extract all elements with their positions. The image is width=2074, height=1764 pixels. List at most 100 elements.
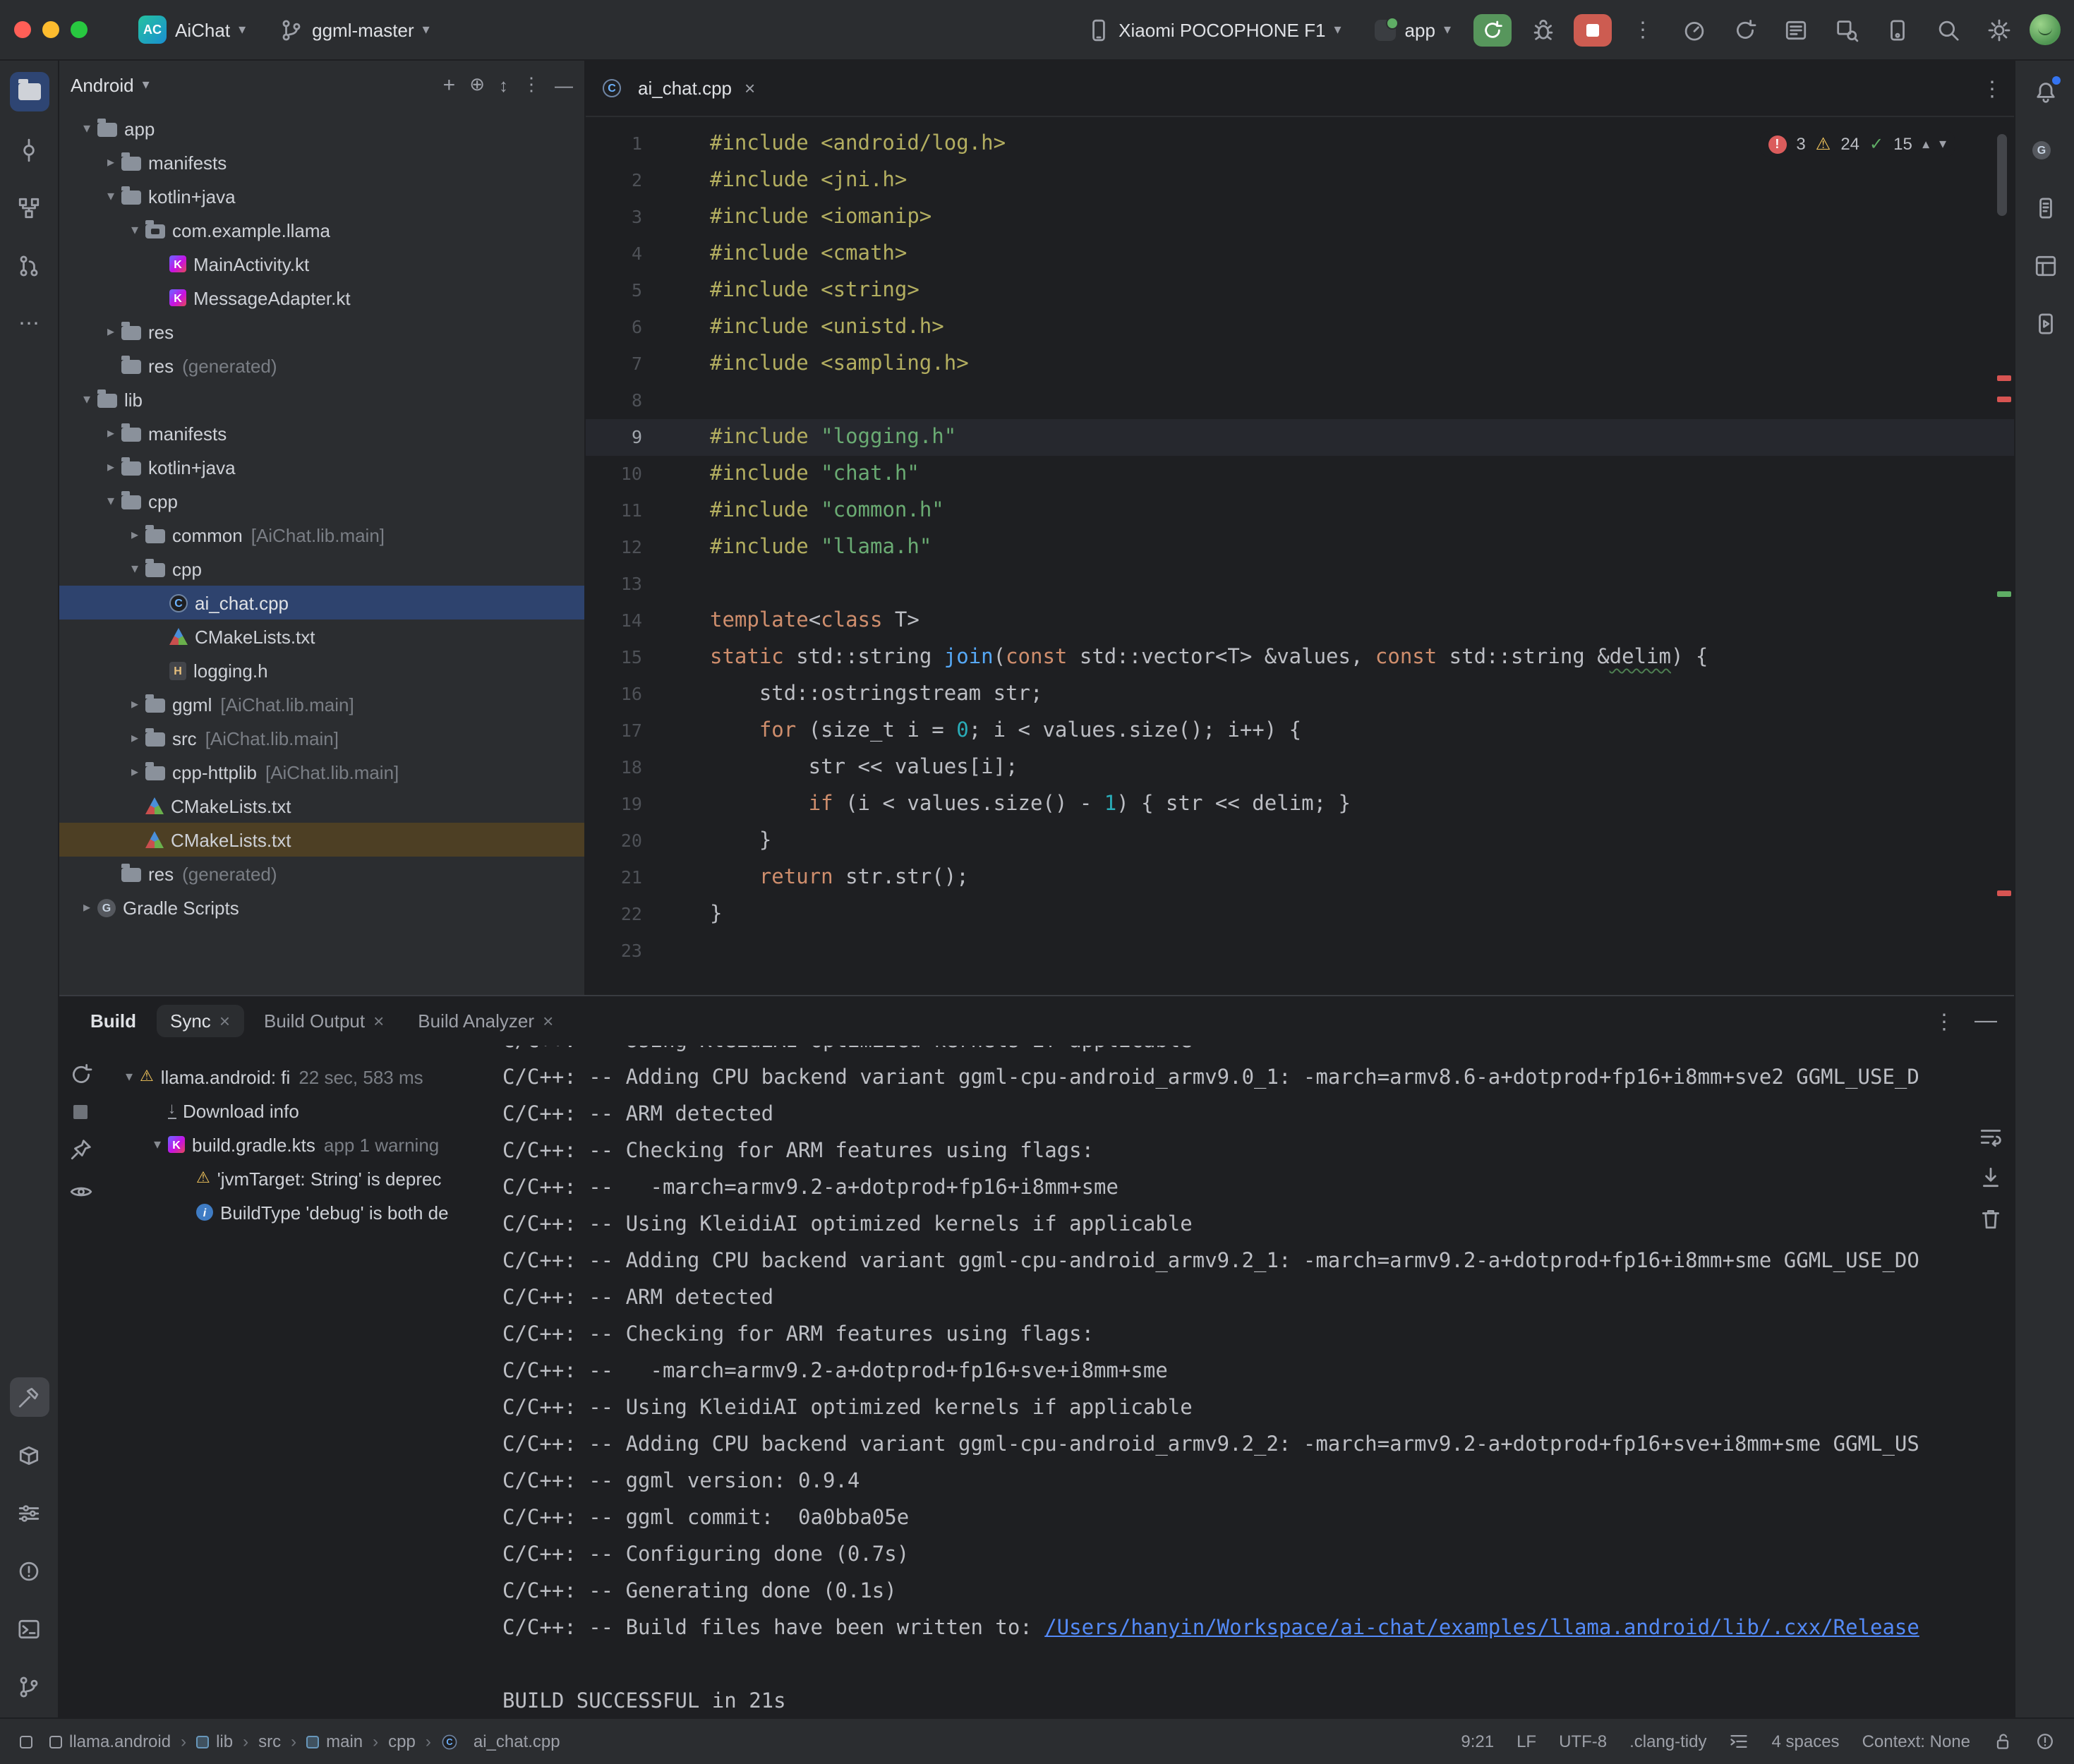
next-problem-icon[interactable]: ▾ [1939, 136, 1946, 152]
chevron-down-icon[interactable]: ▾ [100, 188, 121, 204]
hide-panel-icon[interactable]: — [555, 74, 573, 95]
run-configuration-selector[interactable]: app ▾ [1364, 13, 1462, 46]
commit-tool-button[interactable] [9, 130, 49, 169]
breadcrumb-item-llama.android[interactable]: llama.android [49, 1732, 171, 1751]
trash-icon[interactable] [1979, 1207, 2003, 1231]
re-sync-icon[interactable] [68, 1063, 92, 1087]
tree-item-ai_chat.cpp[interactable]: Cai_chat.cpp [59, 586, 584, 620]
tree-item-res[interactable]: ▸res [59, 315, 584, 349]
device-selector[interactable]: Xiaomi POCOPHONE F1 ▾ [1075, 12, 1352, 47]
packages-tool-button[interactable] [9, 1435, 49, 1475]
tab-build-output[interactable]: Build Output× [250, 1005, 398, 1037]
close-icon[interactable]: × [219, 1010, 230, 1032]
running-devices-button[interactable] [2025, 303, 2065, 343]
problems-tool-button[interactable] [9, 1551, 49, 1590]
avatar[interactable] [2030, 14, 2061, 45]
breadcrumb-item-ai_chat.cpp[interactable]: Cai_chat.cpp [441, 1732, 560, 1751]
device-explorer-button[interactable] [2025, 188, 2065, 227]
soft-wrap-icon[interactable] [1979, 1125, 2003, 1149]
build-tree-item[interactable]: iBuildType 'debug' is both de [102, 1195, 502, 1229]
scroll-to-end-icon[interactable] [1979, 1166, 2003, 1190]
chevron-right-icon[interactable]: ▸ [124, 730, 145, 746]
error-stripe-mark[interactable] [1997, 375, 2011, 381]
tab-build-analyzer[interactable]: Build Analyzer× [404, 1005, 567, 1037]
tree-item-cpp[interactable]: ▾cpp [59, 552, 584, 586]
chevron-right-icon[interactable]: ▸ [124, 696, 145, 712]
expand-collapse-icon[interactable]: ↕ [499, 74, 508, 95]
code-line-9[interactable]: 9#include "logging.h" [586, 419, 2014, 456]
unlock-icon[interactable] [1993, 1732, 2013, 1751]
code-line-17[interactable]: 17 for (size_t i = 0; i < values.size();… [586, 713, 2014, 749]
settings-button[interactable] [1979, 10, 2018, 49]
tree-item-manifests[interactable]: ▸manifests [59, 416, 584, 450]
breadcrumb-item-src[interactable]: src [258, 1732, 281, 1751]
chevron-right-icon[interactable]: ▸ [100, 459, 121, 475]
change-stripe-mark[interactable] [1997, 591, 2011, 597]
build-tree-item[interactable]: ⚠'jvmTarget: String' is deprec [102, 1161, 502, 1195]
tree-item-kotlin+java[interactable]: ▾kotlin+java [59, 179, 584, 213]
sync-project-button[interactable] [1725, 10, 1764, 49]
build-console[interactable]: C/C++: -- Using KleidiAI optimized kerne… [502, 1046, 2014, 1717]
build-variants-tool-button[interactable] [9, 1493, 49, 1533]
tree-item-logging.h[interactable]: Hlogging.h [59, 653, 584, 687]
code-line-13[interactable]: 13 [586, 566, 2014, 603]
code-line-3[interactable]: 3#include <iomanip> [586, 199, 2014, 236]
code-line-22[interactable]: 22} [586, 896, 2014, 933]
version-control-tool-button[interactable] [9, 1667, 49, 1706]
code-line-5[interactable]: 5#include <string> [586, 272, 2014, 309]
search-everywhere-button[interactable] [1928, 10, 1967, 49]
build-options-kebab[interactable]: ⋮ [1934, 1008, 1955, 1034]
tree-item-cpp-httplib[interactable]: ▸cpp-httplib[AiChat.lib.main] [59, 755, 584, 789]
previous-problem-icon[interactable]: ▾ [1922, 136, 1929, 152]
caret-position[interactable]: 9:21 [1461, 1732, 1494, 1751]
code-line-21[interactable]: 21 return str.str(); [586, 859, 2014, 896]
breadcrumb-item-main[interactable]: main [306, 1732, 363, 1751]
hide-build-panel-icon[interactable]: — [1974, 1008, 1997, 1034]
error-stripe-mark[interactable] [1997, 397, 2011, 402]
code-line-23[interactable]: 23 [586, 933, 2014, 969]
app-inspection-button[interactable] [1826, 10, 1866, 49]
tree-item-manifests[interactable]: ▸manifests [59, 145, 584, 179]
breadcrumb-item-cpp[interactable]: cpp [388, 1732, 416, 1751]
panel-options-kebab[interactable]: ⋮ [522, 73, 541, 96]
code-line-8[interactable]: 8 [586, 382, 2014, 419]
tree-item-lib[interactable]: ▾lib [59, 382, 584, 416]
code-area[interactable]: 1#include <android/log.h>2#include <jni.… [586, 117, 2014, 995]
build-tree-item[interactable]: ↓Download info [102, 1094, 502, 1128]
logcat-button[interactable] [1775, 10, 1815, 49]
tree-item-cpp[interactable]: ▾cpp [59, 484, 584, 518]
gradle-tool-button[interactable]: G [2025, 130, 2065, 169]
structure-tool-button[interactable] [9, 188, 49, 227]
code-line-15[interactable]: 15static std::string join(const std::vec… [586, 639, 2014, 676]
chevron-down-icon[interactable]: ▾ [76, 121, 97, 136]
chevron-right-icon[interactable]: ▸ [124, 764, 145, 780]
pull-requests-tool-button[interactable] [9, 246, 49, 285]
tree-item-CMakeLists.txt[interactable]: CMakeLists.txt [59, 620, 584, 653]
chevron-down-icon[interactable]: ▾ [124, 222, 145, 238]
code-line-6[interactable]: 6#include <unistd.h> [586, 309, 2014, 346]
select-opened-file-icon[interactable]: ⊕ [469, 73, 485, 96]
debug-button[interactable] [1523, 10, 1562, 49]
code-line-10[interactable]: 10#include "chat.h" [586, 456, 2014, 493]
tree-item-app[interactable]: ▾app [59, 111, 584, 145]
pin-icon[interactable] [68, 1137, 92, 1161]
notifications-button[interactable] [2025, 72, 2065, 111]
error-stripe-mark[interactable] [1997, 890, 2011, 896]
tab-ai_chat-cpp[interactable]: C ai_chat.cpp × [586, 61, 772, 116]
tab-sync[interactable]: Sync× [156, 1005, 244, 1037]
clang-tidy-status[interactable]: .clang-tidy [1629, 1732, 1706, 1751]
tree-item-com.example.llama[interactable]: ▾com.example.llama [59, 213, 584, 247]
build-panel-title[interactable]: Build [76, 1005, 150, 1037]
more-tools-button[interactable]: ⋯ [9, 303, 49, 343]
run-options-kebab[interactable]: ⋮ [1623, 10, 1663, 49]
breadcrumb-item-lib[interactable]: lib [196, 1732, 233, 1751]
add-icon[interactable]: + [443, 73, 456, 97]
chevron-down-icon[interactable]: ▾ [124, 561, 145, 576]
tree-item-common[interactable]: ▸common[AiChat.lib.main] [59, 518, 584, 552]
chevron-right-icon[interactable]: ▸ [124, 527, 145, 543]
stop-button[interactable] [1574, 13, 1612, 46]
tree-item-CMakeLists.txt[interactable]: CMakeLists.txt [59, 789, 584, 823]
close-window-button[interactable] [14, 21, 31, 38]
close-icon[interactable]: × [543, 1010, 553, 1032]
tool-windows-icon[interactable] [20, 1735, 32, 1748]
